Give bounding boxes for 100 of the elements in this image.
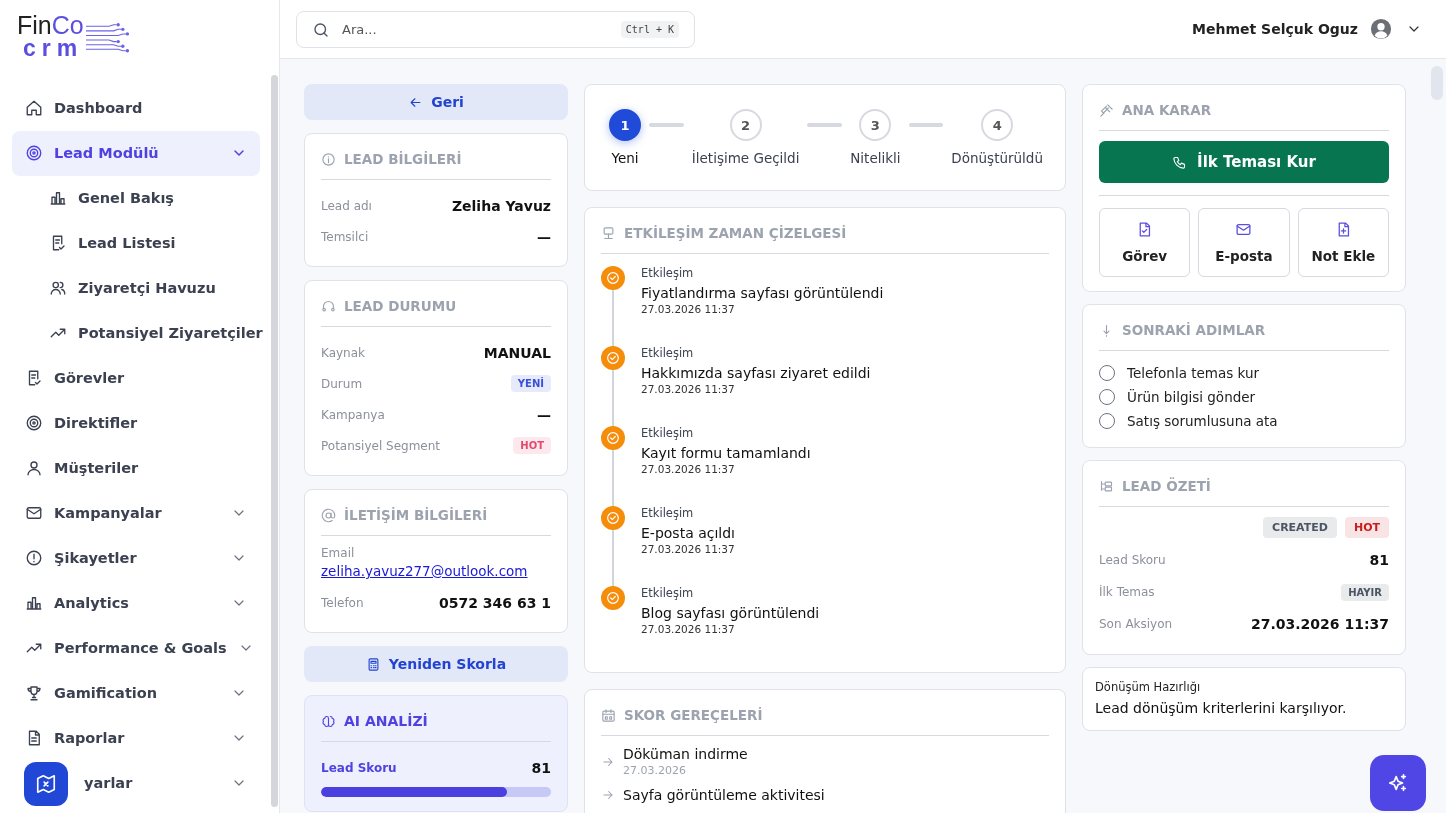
field-value: —	[537, 406, 551, 423]
bar-chart-icon	[49, 189, 67, 208]
card-title: ANA KARAR	[1122, 102, 1212, 118]
checkbox-label: Telefonla temas kur	[1127, 365, 1260, 381]
field-value: 27.03.2026 11:37	[1251, 616, 1389, 632]
tag: CREATED	[1263, 517, 1337, 538]
step-label: İletişime Geçildi	[691, 150, 800, 166]
step-label: Yeni	[611, 150, 639, 166]
status-badge: HAYIR	[1341, 583, 1389, 601]
event-time: 27.03.2026 11:37	[641, 383, 736, 395]
check-circle-icon	[601, 506, 625, 530]
tag: HOT	[1344, 517, 1389, 538]
score-value: 81	[531, 759, 551, 776]
users-icon	[49, 279, 67, 298]
event-time: 27.03.2026 11:37	[641, 623, 736, 635]
headset-icon	[321, 298, 336, 314]
card-title: LEAD ÖZETİ	[1122, 478, 1211, 494]
sidebar-item[interactable]: Dashboard	[12, 85, 260, 131]
target-icon	[25, 144, 43, 163]
info-icon	[321, 151, 336, 167]
sidebar-item[interactable]: Raporlar	[12, 715, 260, 761]
sidebar-item[interactable]: Performance & Goals	[12, 625, 260, 671]
event-type: Etkileşim	[641, 506, 695, 520]
event-title: Hakkımızda sayfası ziyaret edildi	[641, 365, 871, 381]
field-label: Lead adı	[321, 198, 372, 213]
step-label: Nitelikli	[850, 150, 901, 166]
field-label: İlk Temas	[1099, 585, 1155, 599]
step-number[interactable]: 2	[729, 109, 762, 141]
alert-icon	[25, 549, 43, 568]
field-label: Email	[321, 546, 356, 560]
gavel-icon	[1099, 102, 1114, 118]
step-number[interactable]: 3	[859, 109, 892, 141]
event-time: 27.03.2026 11:37	[641, 463, 736, 475]
field-value: Zeliha Yavuz	[451, 197, 551, 214]
check-circle-icon	[601, 346, 625, 370]
event-type: Etkileşim	[641, 586, 695, 600]
field-label: Potansiyel Segment	[321, 438, 441, 453]
card-title: LEAD DURUMU	[344, 298, 457, 314]
action-button[interactable]: Görev	[1099, 208, 1191, 277]
map-icon	[35, 773, 57, 795]
card-title: SKOR GEREÇELERİ	[624, 707, 763, 723]
check-circle-icon	[601, 426, 625, 450]
sidebar-item[interactable]: Kampanyalar	[12, 490, 260, 536]
sidebar-item[interactable]: Analytics	[12, 580, 260, 626]
event-time: 27.03.2026 11:37	[641, 543, 735, 555]
ai-assistant-button[interactable]	[1370, 755, 1426, 811]
event-title: Fiyatlandırma sayfası görüntülendi	[641, 285, 884, 301]
status-badge: HOT	[513, 437, 551, 454]
user-icon	[25, 459, 43, 478]
sparkles-icon	[1387, 772, 1409, 794]
sidebar-subitem[interactable]: Lead Listesi	[12, 220, 260, 266]
field-label: Son Aksiyon	[1099, 617, 1173, 631]
mail-icon	[1235, 221, 1253, 238]
reason-date: 27.03.2026	[623, 764, 687, 777]
reason-title: Sayfa görüntüleme aktivitesi	[623, 787, 825, 803]
card-title: LEAD BİLGİLERİ	[344, 151, 462, 167]
sidebar-item[interactable]: Lead Modülü	[12, 130, 260, 176]
step-label: Dönüştürüldü	[951, 150, 1043, 166]
home-icon	[25, 99, 43, 118]
brain-icon	[321, 713, 336, 729]
calculator-icon	[365, 656, 381, 672]
sidebar-subitem[interactable]: Genel Bakış	[12, 175, 260, 221]
action-button[interactable]: Not Ekle	[1297, 208, 1389, 277]
field-label: Kaynak	[321, 345, 366, 360]
event-type: Etkileşim	[641, 266, 695, 280]
sidebar-item[interactable]: Direktifler	[12, 400, 260, 446]
map-button[interactable]	[24, 762, 68, 806]
sidebar-item[interactable]: Görevler	[12, 355, 260, 401]
status-badge: YENİ	[510, 375, 551, 392]
reason-title: Döküman indirme	[623, 746, 748, 762]
field-label: Durum	[321, 376, 363, 391]
arrow-right-icon	[601, 788, 615, 802]
step-number[interactable]: 1	[609, 109, 641, 141]
user-name[interactable]: Mehmet Selçuk Oguz	[1192, 21, 1358, 37]
calendar-icon	[601, 707, 616, 723]
back-button[interactable]: Geri	[304, 84, 568, 120]
at-icon	[321, 507, 336, 523]
avatar-icon[interactable]	[1370, 18, 1392, 40]
sidebar-item[interactable]: Şikayetler	[12, 535, 260, 581]
card-title: İLETİŞİM BİLGİLERİ	[344, 507, 488, 523]
scrollbar[interactable]	[271, 75, 278, 807]
target-icon	[25, 414, 43, 433]
event-title: E-posta açıldı	[641, 525, 735, 541]
sidebar-item[interactable]: Müşteriler	[12, 445, 260, 491]
action-button[interactable]: E-posta	[1198, 208, 1290, 277]
field-value: —	[537, 228, 551, 245]
sidebar-item[interactable]: Gamification	[12, 670, 260, 716]
email-link[interactable]: zeliha.yavuz277@outlook.com	[321, 563, 528, 579]
step-number[interactable]: 4	[981, 109, 1014, 141]
sidebar-subitem[interactable]: Ziyaretçi Havuzu	[12, 265, 260, 311]
field-label: Lead Skoru	[1099, 553, 1166, 567]
event-time: 27.03.2026 11:37	[641, 303, 736, 315]
score-label: Lead Skoru	[321, 760, 397, 775]
rescore-button[interactable]: Yeniden Skorla	[304, 646, 568, 682]
trophy-icon	[25, 684, 43, 703]
phone-icon	[1172, 154, 1188, 170]
first-contact-button[interactable]: İlk Teması Kur	[1099, 141, 1389, 183]
sidebar-item[interactable]: yarlar	[12, 760, 260, 806]
card-title: ETKİLEŞİM ZAMAN ÇİZELGESİ	[624, 225, 847, 241]
field-value: MANUAL	[483, 344, 551, 361]
